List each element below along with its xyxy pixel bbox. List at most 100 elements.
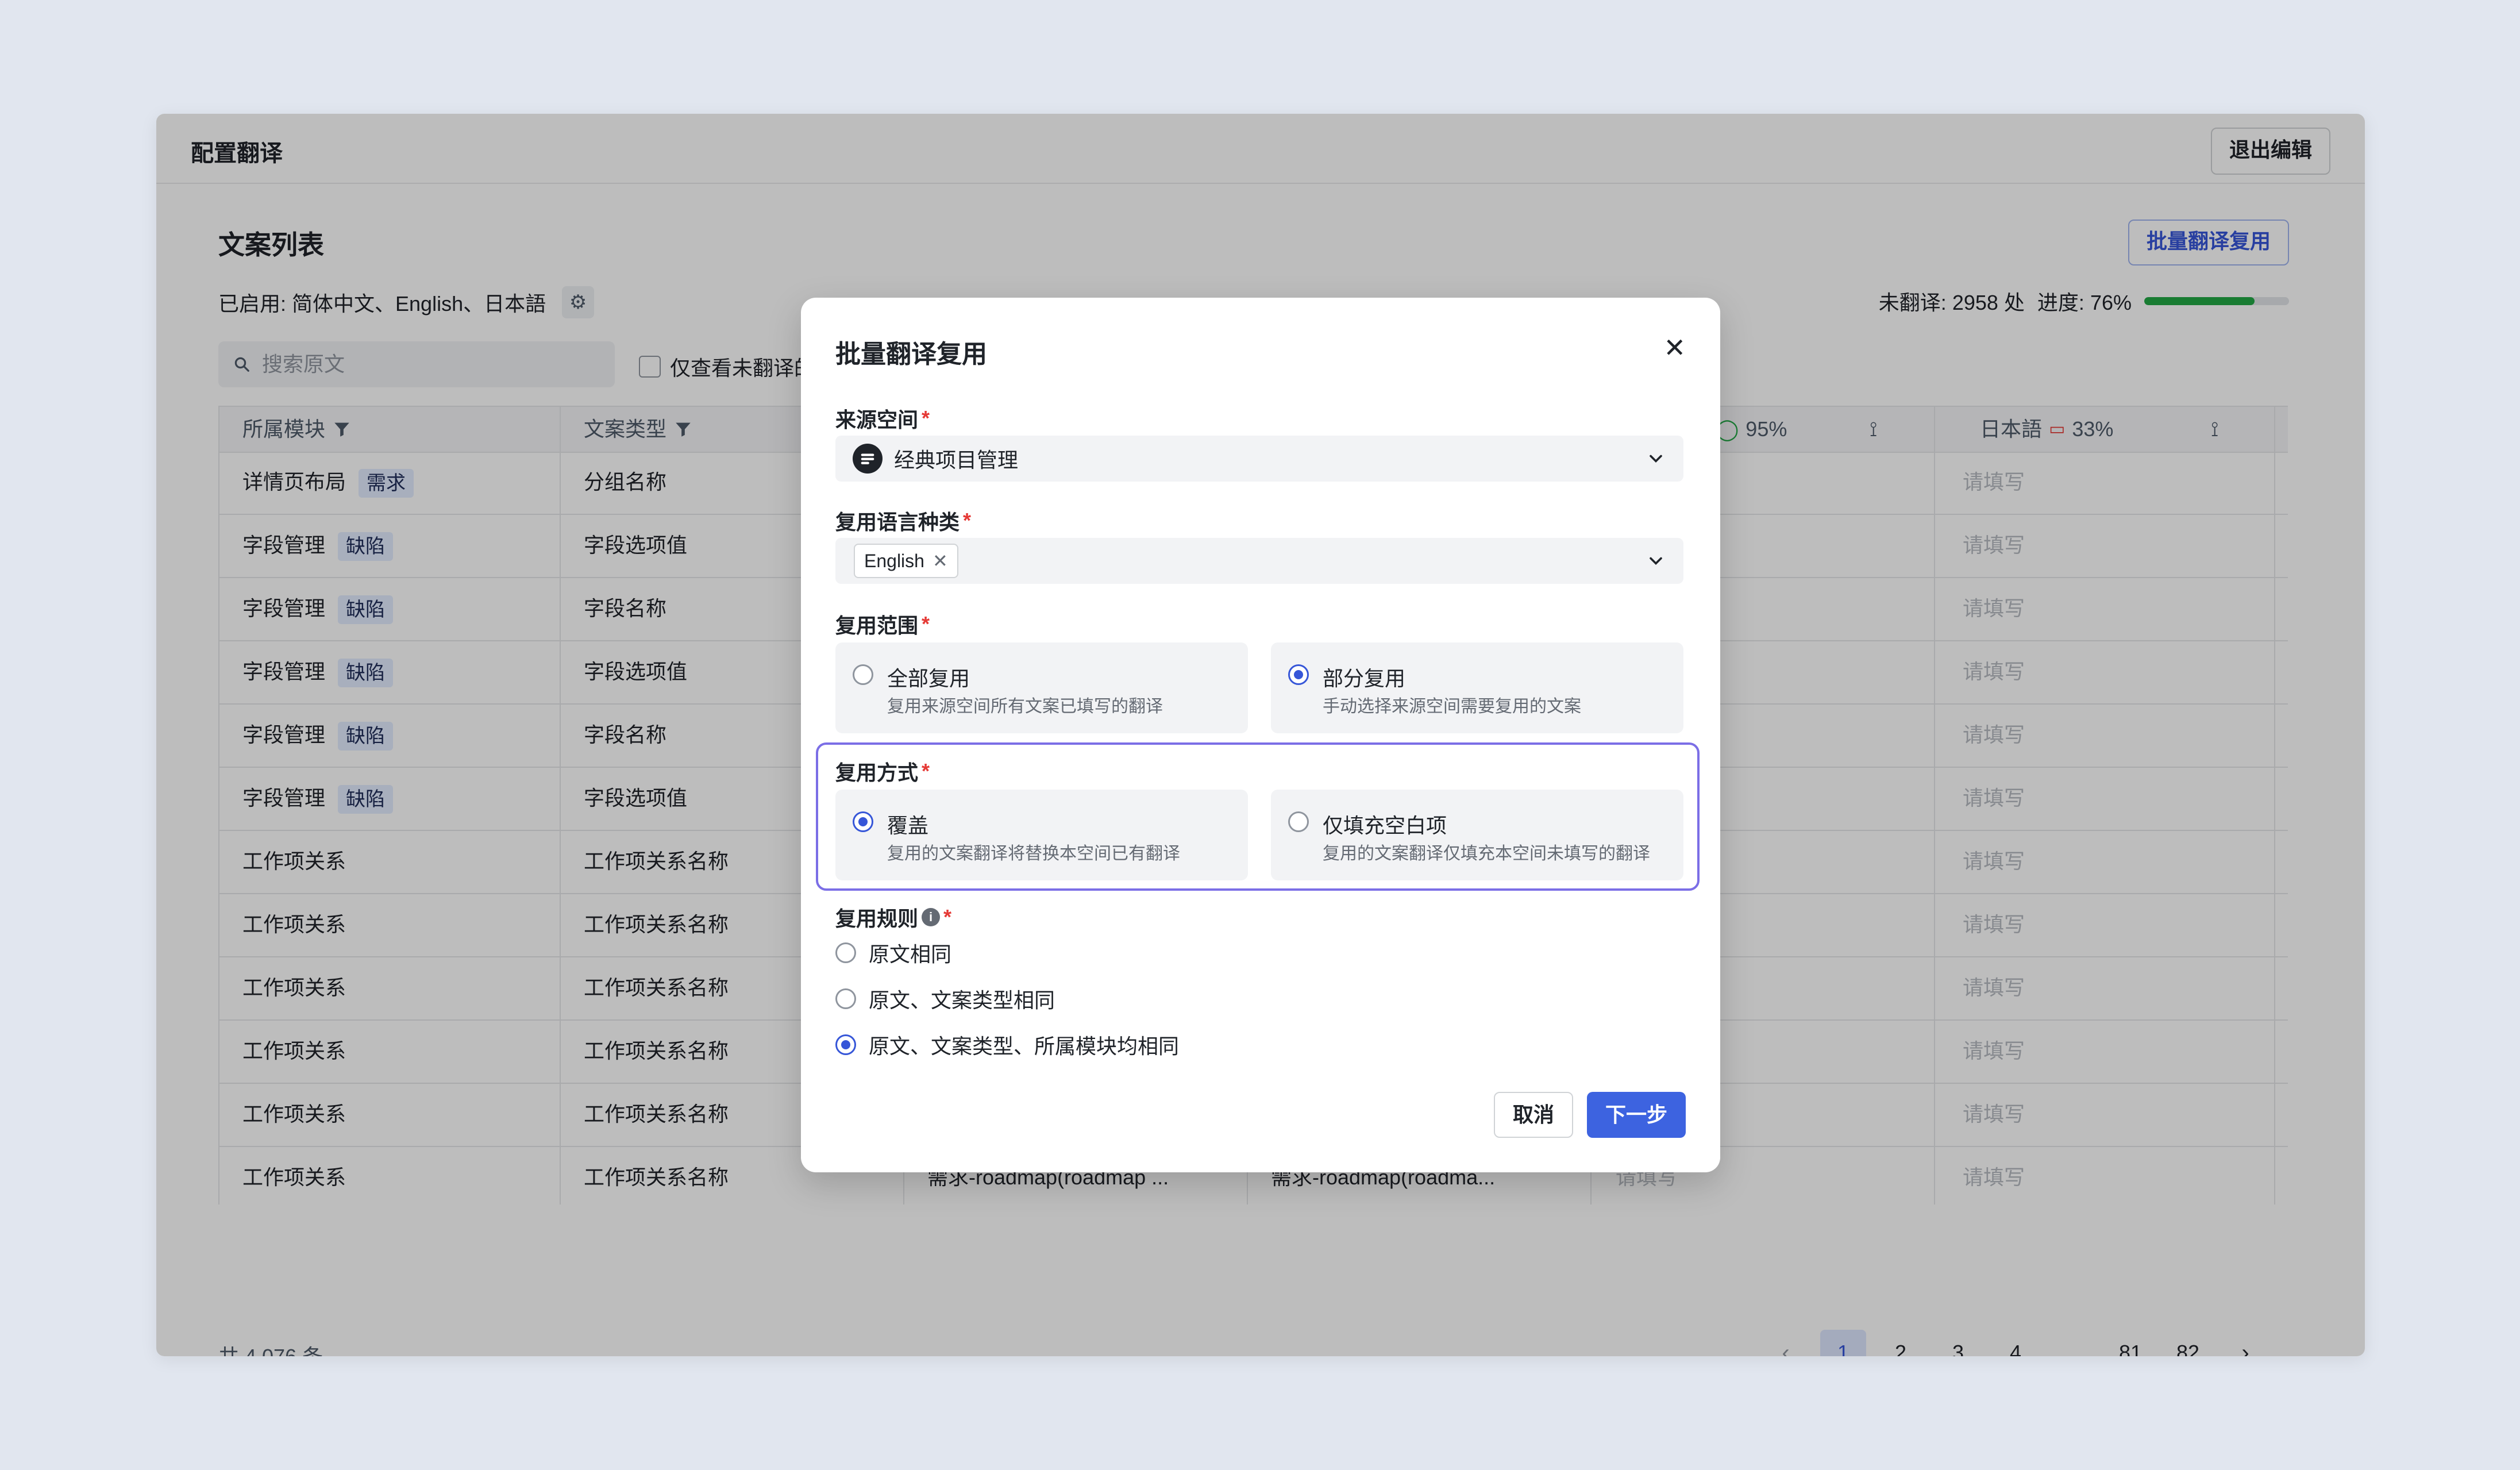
column-divider [1934, 406, 1935, 1205]
page-button[interactable]: 1 [1820, 1330, 1866, 1356]
type-cell: 工作项关系名称 [584, 849, 729, 873]
page-button: ... [2064, 1341, 2082, 1356]
only-untranslated-label: 仅查看未翻译的 [670, 356, 815, 380]
page-button[interactable]: 81 [2107, 1330, 2153, 1356]
page-button[interactable]: 3 [1935, 1330, 1981, 1356]
module-tag: 缺陷 [338, 785, 394, 814]
search-input[interactable] [261, 352, 596, 377]
source-space-select[interactable]: 经典项目管理 [835, 436, 1683, 482]
type-header[interactable]: 文案类型 [584, 407, 693, 452]
type-cell: 分组名称 [584, 470, 667, 494]
japanese-input-cell[interactable]: 请填写 [1963, 956, 2025, 1019]
only-untranslated-checkbox[interactable] [639, 356, 661, 378]
prev-page-button[interactable]: ‹ [1763, 1330, 1809, 1356]
page-button[interactable]: 82 [2165, 1330, 2211, 1356]
batch-reuse-button[interactable]: 批量翻译复用 [2128, 220, 2289, 265]
japanese-translate-icon[interactable]: ⟟ [2211, 407, 2218, 452]
radio-button[interactable] [835, 988, 856, 1009]
only-untranslated-toggle[interactable]: 仅查看未翻译的 [639, 352, 815, 382]
module-tag: 缺陷 [338, 595, 394, 625]
next-step-button[interactable]: 下一步 [1587, 1092, 1686, 1138]
panel-title: 配置翻译 [191, 141, 283, 166]
rule-option-text[interactable]: 原文相同 [835, 938, 951, 968]
language-tag: English ✕ [854, 544, 958, 578]
japanese-input-cell[interactable]: 请填写 [1963, 1083, 2025, 1146]
rule-label: 复用规则 i * [835, 905, 952, 930]
method-option-overwrite[interactable]: 覆盖 复用的文案翻译将替换本空间已有翻译 [835, 790, 1248, 880]
japanese-input-cell[interactable]: 请填写 [1963, 577, 2025, 640]
method-option-fill-blank[interactable]: 仅填充空白项 复用的文案翻译仅填充本空间未填写的翻译 [1271, 790, 1683, 880]
module-cell: 工作项关系 [242, 913, 346, 936]
module-cell: 工作项关系 [242, 1102, 346, 1126]
section-title: 文案列表 [218, 230, 324, 260]
japanese-input-cell[interactable]: 请填写 [1963, 640, 2025, 703]
radio-button[interactable] [853, 811, 873, 832]
type-cell: 工作项关系名称 [584, 1039, 729, 1063]
radio-button[interactable] [835, 942, 856, 963]
info-icon[interactable]: i [922, 908, 941, 926]
japanese-input-cell[interactable]: 请填写 [1963, 1019, 2025, 1083]
chevron-down-icon [1650, 455, 1662, 463]
module-tag: 缺陷 [338, 659, 394, 688]
japanese-input-cell[interactable]: 请填写 [1963, 514, 2025, 577]
module-cell: 工作项关系 [242, 1039, 346, 1063]
remove-tag-icon[interactable]: ✕ [933, 550, 948, 572]
method-label: 复用方式 * [835, 759, 930, 784]
page-list: 1 2 3 4... 81 82 [1820, 1330, 2211, 1356]
radio-button[interactable] [835, 1034, 856, 1055]
scope-option-partial[interactable]: 部分复用 手动选择来源空间需要复用的文案 [1271, 642, 1683, 733]
page-button[interactable]: 4 [1993, 1330, 2039, 1356]
cancel-button[interactable]: 取消 [1494, 1092, 1573, 1138]
module-tag: 需求 [359, 469, 414, 498]
type-cell: 字段选项值 [584, 786, 688, 810]
progress-row: 未翻译: 2958 处 进度: 76% [1879, 286, 2289, 316]
close-icon[interactable]: ✕ [1663, 334, 1686, 361]
filter-icon[interactable] [332, 420, 352, 439]
radio-button[interactable] [853, 664, 873, 685]
english-translate-icon[interactable]: ⟟ [1870, 407, 1877, 452]
type-cell: 工作项关系名称 [584, 1165, 729, 1189]
radio-button[interactable] [1288, 664, 1309, 685]
filter-icon[interactable] [673, 420, 693, 439]
exit-edit-button[interactable]: 退出编辑 [2210, 128, 2330, 175]
english-header: ◯ 95% [1716, 407, 1787, 452]
page-button[interactable]: 2 [1878, 1330, 1924, 1356]
module-tag: 缺陷 [338, 722, 394, 751]
search-box[interactable] [218, 341, 615, 387]
japanese-input-cell[interactable]: 请填写 [1963, 703, 2025, 767]
source-space-value: 经典项目管理 [894, 448, 1019, 472]
japanese-header: 日本語 ▭ 33% [1980, 407, 2113, 452]
enabled-languages-row: 已启用: 简体中文、English、日本語 ⚙ [218, 286, 595, 318]
type-cell: 工作项关系名称 [584, 913, 729, 936]
module-cell: 工作项关系 [242, 849, 346, 873]
scope-option-all[interactable]: 全部复用 复用来源空间所有文案已填写的翻译 [835, 642, 1248, 733]
module-cell: 工作项关系 [242, 976, 346, 999]
reuse-language-select[interactable]: English ✕ [835, 538, 1683, 584]
type-cell: 工作项关系名称 [584, 976, 729, 999]
type-cell: 字段选项值 [584, 660, 688, 683]
module-cell: 字段管理 缺陷 [242, 577, 394, 640]
rule-option-text-type[interactable]: 原文、文案类型相同 [835, 984, 1055, 1014]
type-cell: 字段名称 [584, 723, 667, 746]
enabled-languages: 简体中文、English、日本語 [292, 292, 546, 315]
pagination: ‹ 1 2 3 4... 81 82 › [1763, 1330, 2268, 1356]
rule-option-text-type-module[interactable]: 原文、文案类型、所属模块均相同 [835, 1030, 1179, 1060]
japanese-input-cell[interactable]: 请填写 [1963, 1146, 2025, 1205]
type-cell: 字段名称 [584, 597, 667, 620]
progress-label: 进度: 76% [2037, 291, 2132, 314]
module-header[interactable]: 所属模块 [242, 407, 352, 452]
module-cell: 字段管理 缺陷 [242, 703, 394, 767]
radio-button[interactable] [1288, 811, 1309, 832]
japanese-input-cell[interactable]: 请填写 [1963, 893, 2025, 956]
next-page-button[interactable]: › [2222, 1330, 2268, 1356]
gear-icon[interactable]: ⚙ [562, 286, 595, 318]
enabled-label: 已启用: [218, 292, 287, 315]
search-icon [234, 357, 249, 372]
japanese-input-cell[interactable]: 请填写 [1963, 830, 2025, 893]
panel-header: 配置翻译 退出编辑 [156, 114, 2365, 184]
japanese-input-cell[interactable]: 请填写 [1963, 451, 2025, 514]
progress-fill [2144, 297, 2255, 305]
japanese-input-cell[interactable]: 请填写 [1963, 767, 2025, 830]
chevron-down-icon [1650, 557, 1662, 565]
dialog-title: 批量翻译复用 [835, 340, 987, 368]
